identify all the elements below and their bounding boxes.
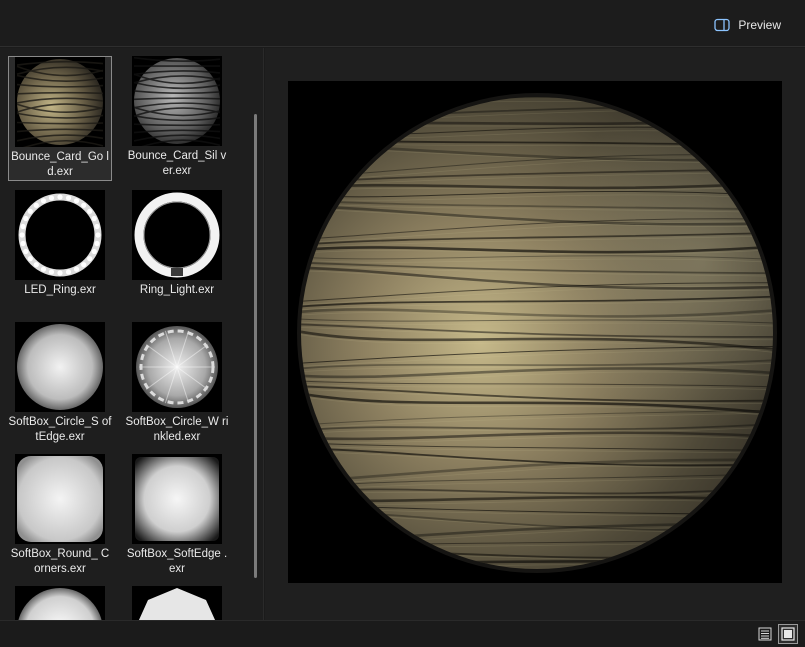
asset-filename: SoftBox_SoftEdge .exr [126, 548, 228, 575]
preview-panel [265, 48, 805, 620]
asset-thumbnail [15, 190, 105, 280]
asset-filename: SoftBox_Round_ Corners.exr [10, 548, 110, 575]
asset-tile[interactable]: Ring_Light.exr [125, 190, 229, 298]
asset-filename: SoftBox_Circle_S oftEdge.exr [8, 416, 112, 443]
asset-tile[interactable] [8, 586, 112, 620]
asset-thumbnail [15, 454, 105, 544]
panel-toggle-icon [714, 18, 730, 32]
asset-tile[interactable]: Bounce_Card_Sil ver.exr [125, 56, 229, 179]
asset-tile[interactable]: SoftBox_Circle_S oftEdge.exr [8, 322, 112, 445]
list-view-button[interactable] [755, 624, 775, 644]
asset-tile[interactable]: Bounce_Card_Go ld.exr [8, 56, 112, 181]
asset-thumbnail [132, 322, 222, 412]
asset-filename: Bounce_Card_Go ld.exr [11, 151, 109, 178]
browser-scrollbar[interactable] [254, 114, 257, 578]
asset-thumbnail [132, 454, 222, 544]
asset-thumbnail [132, 586, 222, 620]
status-bar [0, 620, 805, 647]
asset-thumbnail [132, 190, 222, 280]
asset-tile[interactable]: LED_Ring.exr [8, 190, 112, 298]
grid-view-button[interactable] [778, 624, 798, 644]
asset-filename: Bounce_Card_Sil ver.exr [127, 150, 227, 177]
preview-toggle-button[interactable]: Preview [714, 15, 781, 35]
asset-filename: Ring_Light.exr [139, 284, 215, 296]
asset-tile[interactable]: SoftBox_Circle_W rinkled.exr [125, 322, 229, 445]
asset-thumbnail [15, 322, 105, 412]
asset-browser: Bounce_Card_Go ld.exr Bounce_Card_Sil ver… [0, 48, 264, 620]
top-bar: Preview [0, 0, 805, 47]
asset-thumbnail [15, 586, 105, 620]
grid-view-icon [781, 627, 795, 641]
preview-image [288, 81, 782, 583]
asset-thumbnail [132, 56, 222, 146]
list-view-icon [758, 627, 772, 641]
asset-filename: SoftBox_Circle_W rinkled.exr [125, 416, 229, 443]
asset-tile[interactable]: SoftBox_Round_ Corners.exr [8, 454, 112, 577]
asset-tile[interactable] [125, 586, 229, 620]
asset-tile[interactable]: SoftBox_SoftEdge .exr [125, 454, 229, 577]
preview-label: Preview [738, 18, 781, 32]
asset-filename: LED_Ring.exr [24, 284, 96, 296]
asset-thumbnail [15, 57, 105, 147]
